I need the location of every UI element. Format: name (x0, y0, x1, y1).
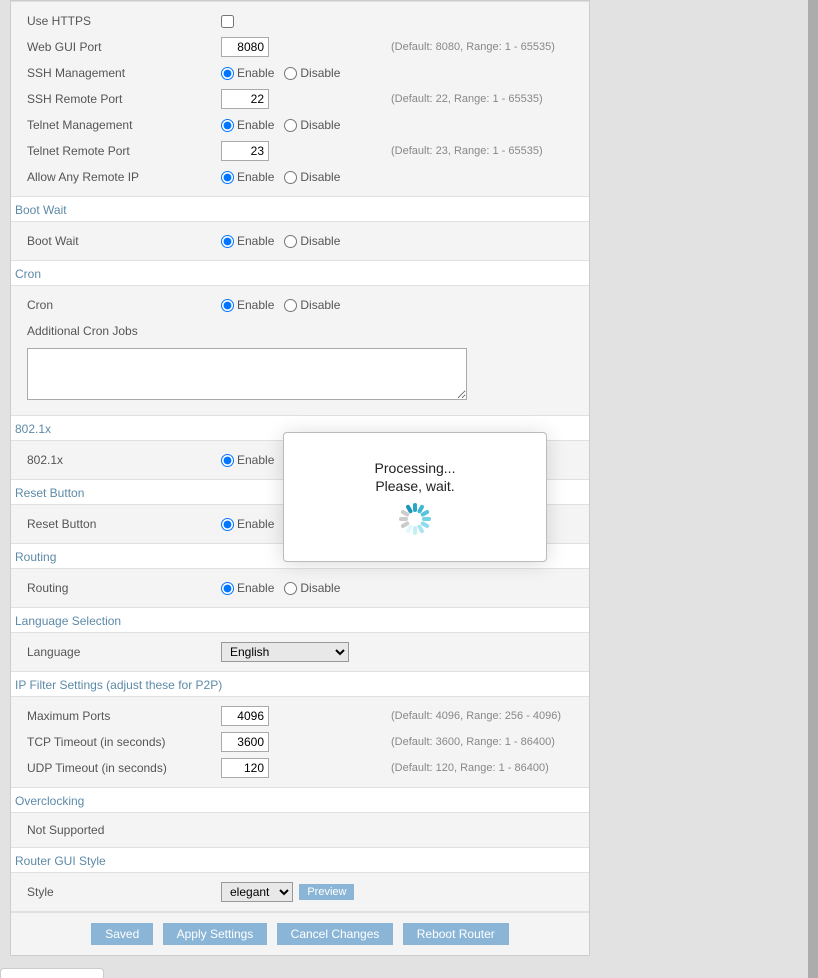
cron-jobs-label: Additional Cron Jobs (21, 324, 221, 338)
cron-jobs-textarea[interactable] (27, 348, 467, 400)
boot-wait-label: Boot Wait (21, 234, 221, 248)
routing-disable-radio[interactable] (284, 582, 297, 595)
allow-any-disable-radio[interactable] (284, 171, 297, 184)
dot1x-label: 802.1x (21, 453, 221, 467)
use-https-label: Use HTTPS (21, 14, 221, 28)
boot-wait-enable-radio[interactable] (221, 235, 234, 248)
telnet-port-label: Telnet Remote Port (21, 144, 221, 158)
web-gui-port-label: Web GUI Port (21, 40, 221, 54)
language-select[interactable]: English (221, 642, 349, 662)
ssh-port-input[interactable] (221, 89, 269, 109)
routing-label: Routing (21, 581, 221, 595)
allow-any-label: Allow Any Remote IP (21, 170, 221, 184)
loading-spinner-icon (399, 503, 431, 535)
routing-enable-radio[interactable] (221, 582, 234, 595)
style-label: Style (21, 885, 221, 899)
cron-header: Cron (11, 261, 589, 285)
telnet-port-input[interactable] (221, 141, 269, 161)
ssh-port-label: SSH Remote Port (21, 92, 221, 106)
language-header: Language Selection (11, 608, 589, 632)
reset-button-label: Reset Button (21, 517, 221, 531)
style-select[interactable]: elegant (221, 882, 293, 902)
udp-timeout-input[interactable] (221, 758, 269, 778)
telnet-mgmt-disable-radio[interactable] (284, 119, 297, 132)
max-ports-input[interactable] (221, 706, 269, 726)
bottom-tab[interactable] (0, 968, 104, 978)
dot1x-enable-radio[interactable] (221, 454, 234, 467)
cron-label: Cron (21, 298, 221, 312)
preview-button[interactable]: Preview (299, 884, 354, 900)
cron-enable-radio[interactable] (221, 299, 234, 312)
max-ports-hint: (Default: 4096, Range: 256 - 4096) (391, 710, 579, 722)
button-bar: Saved Apply Settings Cancel Changes Rebo… (11, 912, 589, 955)
processing-modal: Processing...Please, wait. (283, 432, 547, 562)
web-gui-port-hint: (Default: 8080, Range: 1 - 65535) (391, 41, 579, 53)
udp-timeout-hint: (Default: 120, Range: 1 - 86400) (391, 762, 579, 774)
tcp-timeout-hint: (Default: 3600, Range: 1 - 86400) (391, 736, 579, 748)
telnet-mgmt-enable-radio[interactable] (221, 119, 234, 132)
use-https-checkbox[interactable] (221, 15, 234, 28)
telnet-port-hint: (Default: 23, Range: 1 - 65535) (391, 145, 579, 157)
ssh-mgmt-disable-radio[interactable] (284, 67, 297, 80)
overclock-text: Not Supported (21, 819, 579, 841)
saved-button[interactable]: Saved (91, 923, 153, 945)
cancel-button[interactable]: Cancel Changes (277, 923, 394, 945)
reset-enable-radio[interactable] (221, 518, 234, 531)
apply-button[interactable]: Apply Settings (163, 923, 268, 945)
tcp-timeout-input[interactable] (221, 732, 269, 752)
udp-timeout-label: UDP Timeout (in seconds) (21, 761, 221, 775)
web-gui-port-input[interactable] (221, 37, 269, 57)
cron-disable-radio[interactable] (284, 299, 297, 312)
allow-any-enable-radio[interactable] (221, 171, 234, 184)
language-label: Language (21, 645, 221, 659)
tcp-timeout-label: TCP Timeout (in seconds) (21, 735, 221, 749)
max-ports-label: Maximum Ports (21, 709, 221, 723)
scrollbar-track[interactable] (808, 0, 818, 978)
boot-wait-header: Boot Wait (11, 197, 589, 221)
ssh-mgmt-label: SSH Management (21, 66, 221, 80)
style-header: Router GUI Style (11, 848, 589, 872)
telnet-mgmt-label: Telnet Management (21, 118, 221, 132)
ssh-port-hint: (Default: 22, Range: 1 - 65535) (391, 93, 579, 105)
ssh-mgmt-enable-radio[interactable] (221, 67, 234, 80)
overclock-header: Overclocking (11, 788, 589, 812)
reboot-button[interactable]: Reboot Router (403, 923, 509, 945)
ipfilter-header: IP Filter Settings (adjust these for P2P… (11, 672, 589, 696)
modal-text: Processing...Please, wait. (375, 459, 456, 495)
boot-wait-disable-radio[interactable] (284, 235, 297, 248)
